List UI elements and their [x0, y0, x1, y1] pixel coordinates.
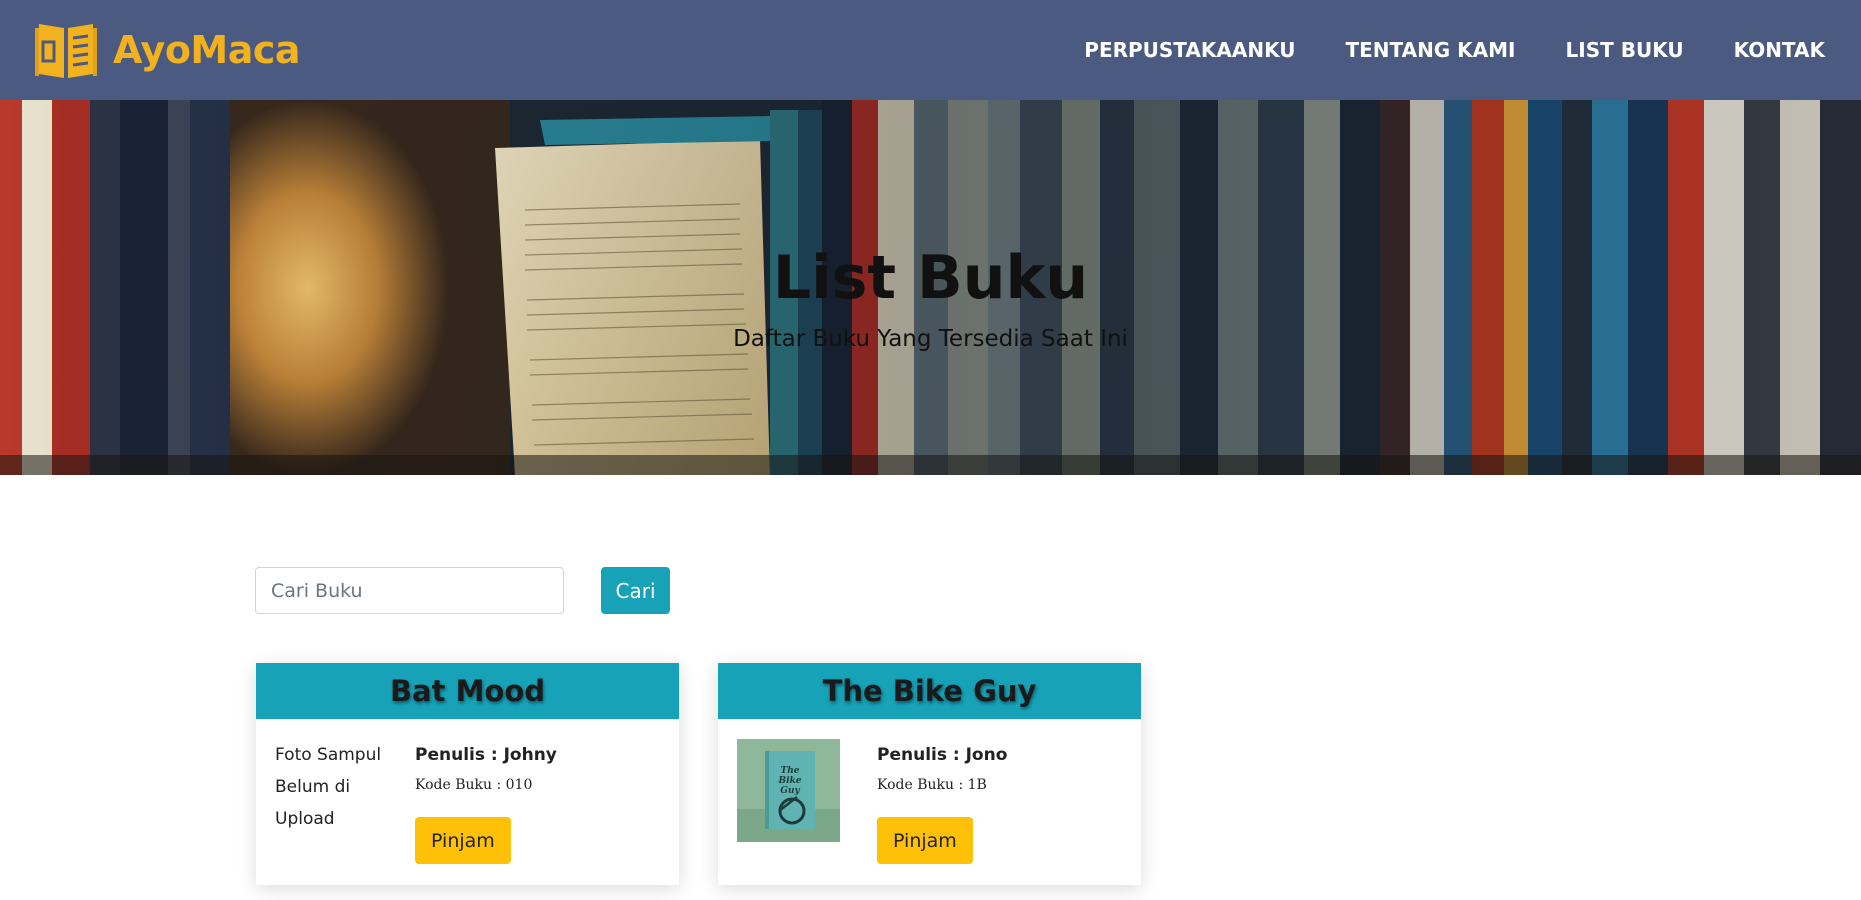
book-info: Penulis : Jono Kode Buku : 1B: [877, 745, 1007, 793]
book-code: Kode Buku : 1B: [877, 777, 987, 793]
open-book-icon: [35, 24, 97, 78]
book-info: Penulis : Johny Kode Buku : 010: [415, 745, 557, 793]
page-title: List Buku: [772, 243, 1089, 313]
book-card-body: The Bike Guy Penulis : Jono Kode Buku : …: [718, 719, 1141, 885]
book-author: Penulis : Jono: [877, 745, 1008, 765]
top-navbar: AyoMaca PERPUSTAKAANKU TENTANG KAMI LIST…: [0, 0, 1861, 100]
hero-banner: List Buku Daftar Buku Yang Tersedia Saat…: [0, 100, 1861, 475]
search-button[interactable]: Cari: [601, 567, 670, 614]
book-title: The Bike Guy: [822, 674, 1037, 708]
borrow-button[interactable]: Pinjam: [415, 817, 511, 864]
nav-link-perpustakaanku[interactable]: PERPUSTAKAANKU: [1084, 38, 1295, 62]
nav-link-list-buku[interactable]: LIST BUKU: [1566, 38, 1684, 62]
book-card: Bat Mood Foto Sampul Belum di Upload Pen…: [256, 663, 679, 885]
borrow-button[interactable]: Pinjam: [877, 817, 973, 864]
page-subtitle: Daftar Buku Yang Tersedia Saat Ini: [733, 326, 1128, 352]
main-nav: PERPUSTAKAANKU TENTANG KAMI LIST BUKU KO…: [1084, 38, 1825, 62]
book-card-body: Foto Sampul Belum di Upload Penulis : Jo…: [256, 719, 679, 885]
brand-name: AyoMaca: [113, 28, 301, 72]
book-author: Penulis : Johny: [415, 745, 557, 765]
nav-link-tentang-kami[interactable]: TENTANG KAMI: [1345, 38, 1515, 62]
book-code: Kode Buku : 010: [415, 777, 533, 793]
cover-placeholder-text: Foto Sampul Belum di Upload: [275, 745, 382, 829]
svg-text:Bike: Bike: [778, 776, 802, 786]
nav-link-kontak[interactable]: KONTAK: [1734, 38, 1825, 62]
book-card: The Bike Guy The Bike Guy Penulis : Jono…: [718, 663, 1141, 885]
book-title: Bat Mood: [389, 674, 546, 708]
svg-text:Guy: Guy: [780, 786, 800, 796]
brand-logo-link[interactable]: AyoMaca: [33, 20, 301, 80]
book-cover-thumbnail: The Bike Guy: [737, 739, 840, 842]
book-card-header: The Bike Guy: [718, 663, 1141, 719]
book-card-header: Bat Mood: [256, 663, 679, 719]
search-bar: Cari: [255, 567, 670, 614]
search-input[interactable]: [255, 567, 564, 614]
svg-text:The: The: [781, 766, 800, 776]
